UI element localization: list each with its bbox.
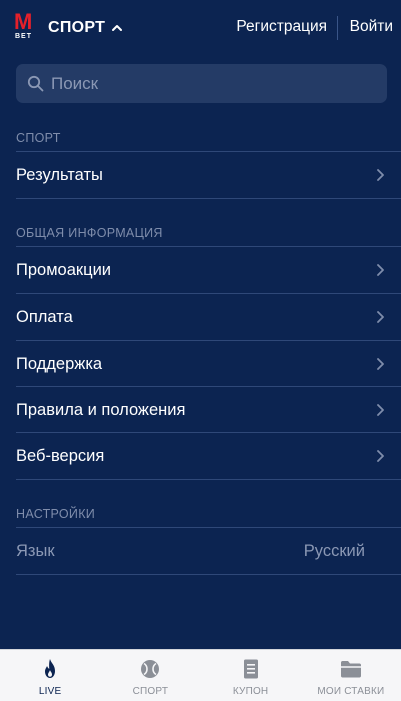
chevron-right-icon bbox=[377, 169, 384, 181]
app-header: M BET СПОРТ Регистрация Войти bbox=[0, 0, 401, 56]
divider bbox=[16, 198, 401, 199]
menu-item-web-version[interactable]: Веб-версия bbox=[16, 433, 401, 479]
bottom-tab-bar: LIVE СПОРТ КУПОН МОИ СТАВКИ bbox=[0, 649, 401, 701]
menu-item-results[interactable]: Результаты bbox=[16, 152, 401, 198]
chevron-right-icon bbox=[377, 311, 384, 323]
search-input[interactable] bbox=[51, 73, 371, 94]
menu-item-payment[interactable]: Оплата bbox=[16, 294, 401, 340]
tab-label: СПОРТ bbox=[132, 686, 169, 697]
register-link[interactable]: Регистрация bbox=[236, 18, 327, 36]
chevron-right-icon bbox=[377, 264, 384, 276]
chevron-right-icon bbox=[377, 404, 384, 416]
sport-switch-label: СПОРТ bbox=[48, 19, 106, 36]
chevron-right-icon bbox=[377, 450, 384, 462]
coupon-icon bbox=[243, 659, 258, 679]
logo-letter: M bbox=[14, 9, 32, 34]
section-header-settings: НАСТРОЙКИ bbox=[16, 507, 96, 521]
tab-label: LIVE bbox=[38, 686, 62, 697]
tab-label: МОИ СТАВКИ bbox=[317, 686, 385, 697]
chevron-up-icon bbox=[112, 25, 123, 31]
menu-item-label: Веб-версия bbox=[16, 446, 105, 465]
menu-item-support[interactable]: Поддержка bbox=[16, 341, 401, 387]
menu-item-label: Оплата bbox=[16, 307, 73, 326]
menu-item-label: Результаты bbox=[16, 165, 103, 184]
menu-item-rules[interactable]: Правила и положения bbox=[16, 387, 401, 433]
sport-switch-button[interactable]: СПОРТ bbox=[48, 17, 123, 39]
language-setting[interactable]: Язык Русский bbox=[16, 528, 401, 574]
search-icon bbox=[27, 75, 44, 92]
language-value: Русский bbox=[303, 542, 365, 560]
flame-icon bbox=[45, 659, 56, 678]
ball-icon bbox=[141, 660, 160, 678]
login-link[interactable]: Войти bbox=[350, 18, 393, 36]
chevron-right-icon bbox=[377, 358, 384, 370]
divider bbox=[16, 479, 401, 480]
tab-coupon[interactable]: КУПОН bbox=[201, 650, 301, 701]
menu-item-label: Промоакции bbox=[16, 260, 112, 279]
divider bbox=[16, 574, 401, 575]
language-label: Язык bbox=[16, 541, 55, 560]
section-header-sport: СПОРТ bbox=[16, 131, 61, 145]
tab-label: КУПОН bbox=[232, 686, 269, 697]
tab-my-bets[interactable]: МОИ СТАВКИ bbox=[301, 650, 401, 701]
header-divider bbox=[337, 16, 338, 40]
tab-sport[interactable]: СПОРТ bbox=[100, 650, 200, 701]
logo-sub: BET bbox=[15, 33, 32, 40]
menu-item-label: Поддержка bbox=[16, 354, 103, 373]
mbet-logo[interactable]: M BET bbox=[14, 11, 38, 41]
section-header-info: ОБЩАЯ ИНФОРМАЦИЯ bbox=[16, 226, 163, 240]
tab-live[interactable]: LIVE bbox=[0, 650, 100, 701]
menu-item-promotions[interactable]: Промоакции bbox=[16, 247, 401, 293]
menu-item-label: Правила и положения bbox=[16, 400, 186, 419]
search-box[interactable] bbox=[16, 64, 387, 103]
folder-icon bbox=[340, 661, 361, 678]
